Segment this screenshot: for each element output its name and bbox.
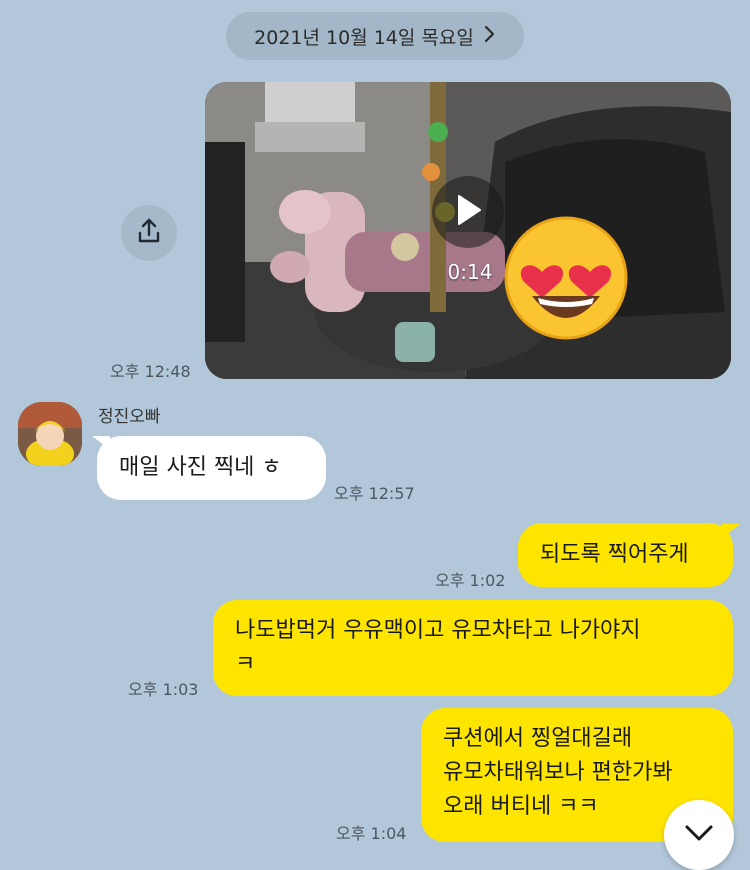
video-duration: 0:14 (447, 260, 493, 284)
message-time: 오후 1:03 (128, 680, 199, 699)
message-text: 되도록 찍어주게 (540, 542, 689, 567)
message-text-line: 나도밥먹거 우유맥이고 유모차타고 나가야지 (235, 618, 641, 643)
share-button[interactable] (121, 205, 177, 261)
date-label: 2021년 10월 14일 목요일 (254, 26, 474, 49)
outgoing-message-bubble[interactable]: 나도밥먹거 우유맥이고 유모차타고 나가야지 ㅋ (213, 600, 733, 696)
bubble-tail (722, 524, 740, 538)
date-divider[interactable]: 2021년 10월 14일 목요일 (226, 12, 524, 60)
message-time: 오후 1:04 (336, 824, 407, 843)
outgoing-message-bubble[interactable]: 되도록 찍어주게 (518, 523, 733, 587)
play-icon (453, 193, 483, 231)
message-text-line: 유모차태워보나 편한가봐 (443, 760, 673, 785)
message-text-line: 쿠션에서 찡얼대길래 (443, 726, 633, 751)
scroll-to-bottom-button[interactable] (664, 800, 734, 870)
chevron-right-icon (484, 25, 496, 48)
sender-name: 정진오빠 (98, 407, 161, 427)
incoming-message-bubble[interactable]: 매일 사진 찍네 ㅎ (97, 436, 326, 500)
message-time: 오후 1:02 (435, 571, 506, 590)
avatar[interactable] (18, 402, 82, 466)
message-time: 오후 12:57 (334, 484, 415, 503)
message-time: 오후 12:48 (110, 362, 191, 381)
play-button[interactable] (432, 176, 504, 248)
share-icon (134, 216, 164, 250)
message-text-line: ㅋ (235, 652, 256, 677)
message-text: 매일 사진 찍네 ㅎ (119, 455, 282, 480)
chevron-down-icon (684, 823, 714, 847)
heart-eyes-emoji (502, 214, 630, 342)
